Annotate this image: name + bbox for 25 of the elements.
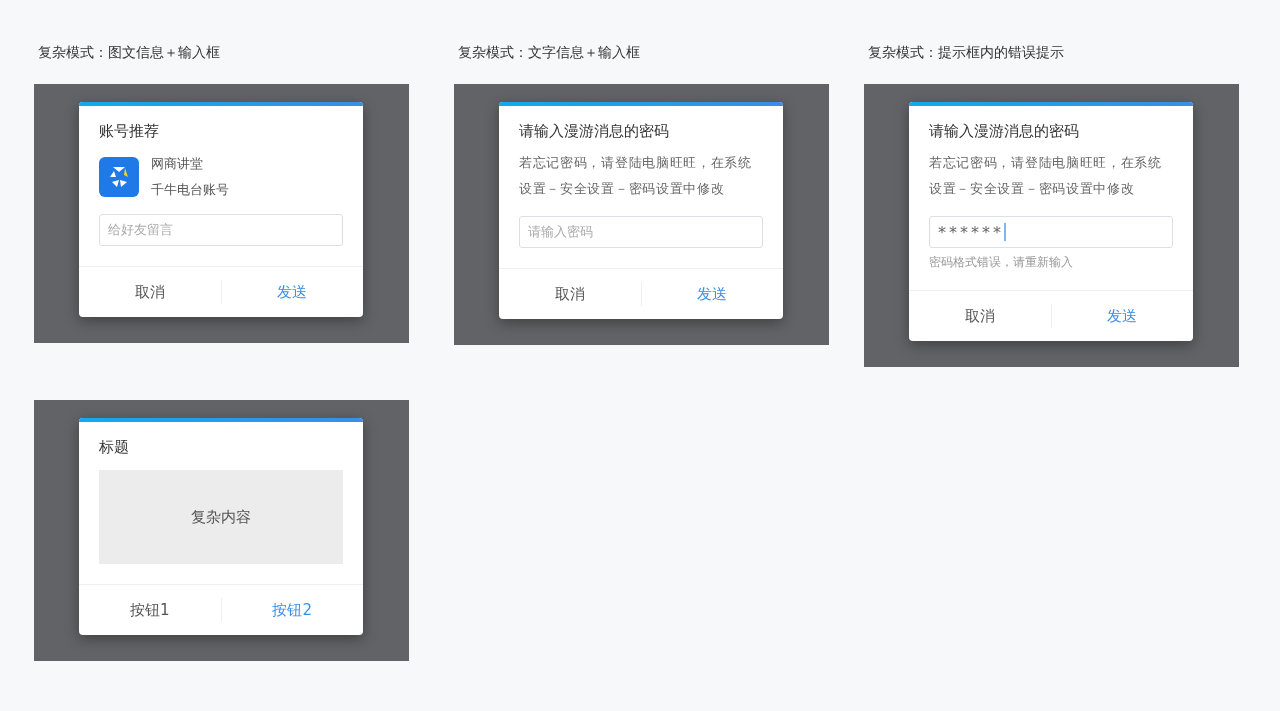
- dialog-title: 请输入漫游消息的密码: [518, 121, 670, 142]
- error-message: 密码格式错误，请重新输入: [929, 254, 1074, 270]
- dialog-title: 账号推荐: [98, 121, 160, 142]
- input-field[interactable]: 给好友留言: [99, 214, 343, 246]
- dialog-title: 标题: [98, 437, 130, 458]
- dialog-button[interactable]: 取消: [499, 269, 641, 319]
- dialog-button[interactable]: 发送: [1051, 291, 1193, 341]
- dialog-button[interactable]: 按钮2: [221, 585, 363, 635]
- input-field[interactable]: 请输入密码: [519, 216, 763, 248]
- dialog-button[interactable]: 发送: [221, 267, 363, 317]
- dialog-message: 若忘记密码，请登陆电脑旺旺，在系统设置－安全设置－密码设置中修改: [929, 154, 1163, 198]
- dialog-button[interactable]: 取消: [909, 291, 1051, 341]
- dialog-button[interactable]: 按钮1: [79, 585, 221, 635]
- dialog-button[interactable]: 发送: [641, 269, 783, 319]
- content-label: 复杂内容: [191, 507, 251, 527]
- dialog-button[interactable]: 取消: [79, 267, 221, 317]
- account-name: 网商讲堂: [151, 155, 204, 173]
- dialog-message: 若忘记密码，请登陆电脑旺旺，在系统设置－安全设置－密码设置中修改: [519, 154, 753, 198]
- section-heading: 复杂模式：提示框内的错误提示: [868, 44, 1065, 62]
- section-heading: 复杂模式：文字信息＋输入框: [458, 44, 641, 62]
- app-icon: [99, 157, 139, 197]
- account-subtitle: 千牛电台账号: [151, 181, 229, 199]
- dialog-title: 请输入漫游消息的密码: [928, 121, 1080, 142]
- input-field[interactable]: ******: [929, 216, 1173, 248]
- section-heading: 复杂模式：图文信息＋输入框: [38, 44, 221, 62]
